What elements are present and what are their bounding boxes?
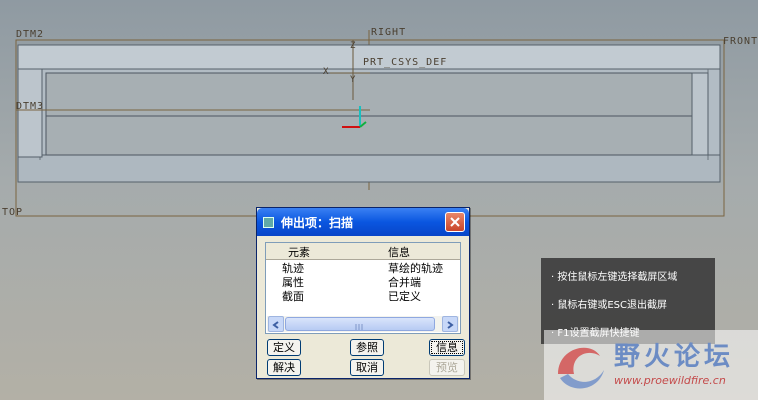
column-header-info[interactable]: 信息 [388,244,410,260]
part-inner-window [45,72,693,156]
preview-button[interactable]: 预览 [429,359,465,376]
dialog-app-icon [263,217,274,228]
info-button[interactable]: 信息 [429,339,465,356]
list-item[interactable]: 截面 已定义 [266,288,460,303]
tooltip-line: · 鼠标右键或ESC退出截屏 [551,300,668,311]
watermark: 野火论坛 www.proewildfire.cn [544,330,758,400]
watermark-url: www.proewildfire.cn [614,374,726,387]
column-header-element[interactable]: 元素 [288,244,310,260]
close-icon [450,217,460,227]
horizontal-scrollbar[interactable] [267,316,459,332]
sweep-protrusion-dialog: 伸出项：扫描 元素 信息 轨迹 草绘的轨迹 属性 合并端 截面 已定义 定义 参… [256,207,470,379]
grip-icon [355,324,363,330]
scroll-right-button[interactable] [442,316,458,332]
datum-label-dtm3: DTM3 [16,101,45,112]
cancel-button[interactable]: 取消 [350,359,384,376]
row-info: 已定义 [388,290,421,303]
datum-label-top: TOP [2,207,24,218]
scroll-thumb[interactable] [285,317,435,331]
csys-z-label: Z [350,41,357,51]
list-item[interactable]: 属性 合并端 [266,274,460,289]
part-right-post [691,72,709,156]
list-header: 元素 信息 [266,243,460,260]
element-list[interactable]: 元素 信息 轨迹 草绘的轨迹 属性 合并端 截面 已定义 [265,242,461,334]
watermark-logo-icon [558,347,604,389]
tooltip-line: · 按住鼠标左键选择截屏区域 [551,272,678,283]
datum-label-front: FRONT [723,36,758,47]
csys-y-label: Y [350,75,357,85]
chevron-left-icon [272,321,279,329]
part-bottom-rail [17,154,721,183]
resolve-button[interactable]: 解决 [267,359,301,376]
datum-label-right: RIGHT [371,27,407,38]
dialog-titlebar[interactable]: 伸出项：扫描 [257,208,469,236]
part-left-post [17,68,43,158]
dialog-title: 伸出项：扫描 [281,216,354,230]
list-item[interactable]: 轨迹 草绘的轨迹 [266,260,460,275]
scroll-left-button[interactable] [268,316,284,332]
row-element: 截面 [282,290,304,303]
csys-x-label: X [323,67,330,77]
datum-label-dtm2: DTM2 [16,29,45,40]
close-button[interactable] [445,212,465,232]
define-button[interactable]: 定义 [267,339,301,356]
watermark-title: 野火论坛 [614,342,735,372]
chevron-right-icon [447,321,454,329]
reference-button[interactable]: 参照 [350,339,384,356]
csys-label: PRT_CSYS_DEF [363,57,448,68]
